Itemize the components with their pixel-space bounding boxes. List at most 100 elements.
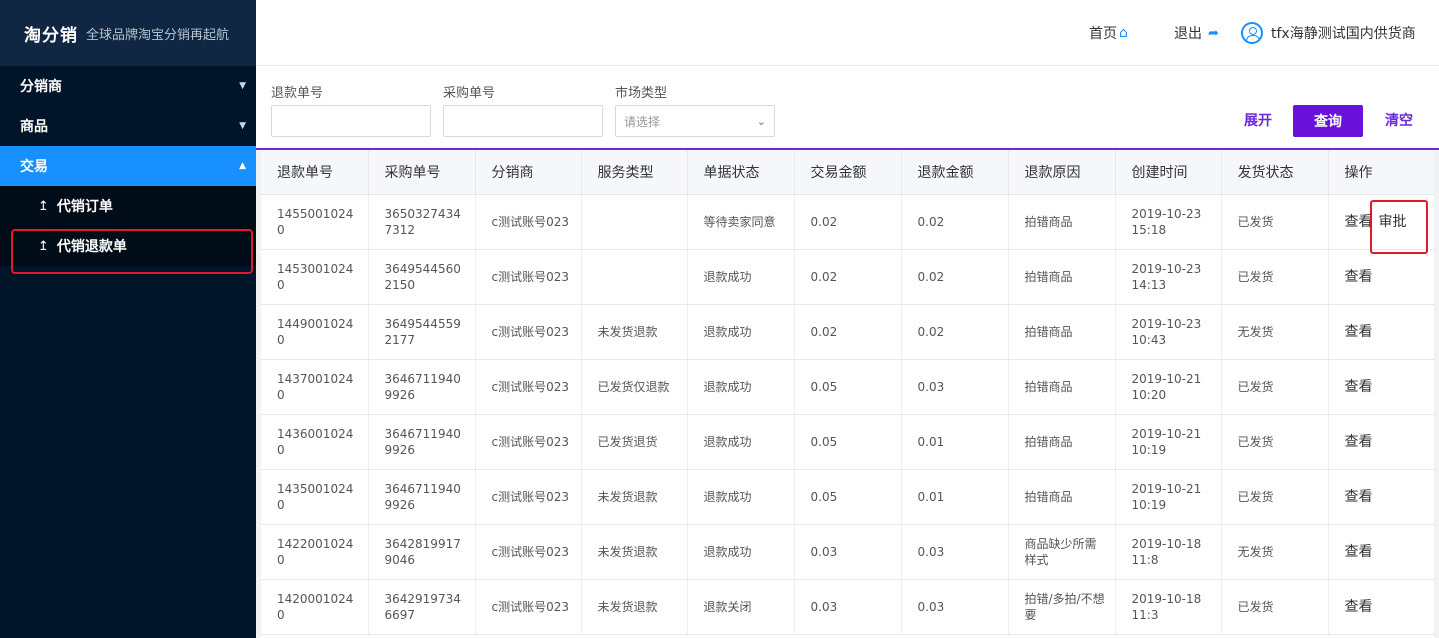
refund-amount-cell: 0.01	[901, 414, 1009, 470]
distributor-cell: c测试账号023	[475, 249, 582, 305]
refund-no-label: 退款单号	[271, 86, 324, 101]
purchase-no-label: 采购单号	[443, 86, 496, 101]
purchase-no-cell: 36495445602150	[368, 249, 476, 305]
view-link[interactable]: 查看	[1345, 214, 1373, 230]
distributor-cell: c测试账号023	[475, 304, 582, 360]
distributor-cell: c测试账号023	[475, 579, 582, 635]
reason-cell: 拍错商品	[1008, 359, 1116, 415]
distributor-cell: c测试账号023	[475, 359, 582, 415]
created-time-cell: 2019-10-18 11:8	[1115, 524, 1222, 580]
ship-status-cell: 已发货	[1221, 579, 1329, 635]
refund-amount-cell: 0.02	[901, 304, 1009, 360]
refund-no-input[interactable]	[271, 105, 431, 137]
actions-cell: 查看	[1328, 579, 1434, 635]
trade-amount-cell: 0.03	[794, 524, 902, 580]
column-header: 交易金额	[794, 150, 902, 195]
status-cell: 退款成功	[687, 524, 795, 580]
purchase-no-cell: 36428199179046	[368, 524, 476, 580]
service-type-cell: 未发货退款	[581, 579, 688, 635]
trade-amount-cell: 0.02	[794, 194, 902, 250]
column-header: 发货状态	[1221, 150, 1329, 195]
service-type-cell: 已发货仅退款	[581, 359, 688, 415]
chevron-up-icon: ▲	[239, 161, 246, 171]
menu-group-label: 交易	[20, 159, 48, 175]
column-header: 单据状态	[687, 150, 795, 195]
menu-group-distributors[interactable]: 分销商 ▼	[0, 66, 256, 106]
sidebar-item-consign-refunds[interactable]: ↥ 代销退款单	[0, 226, 256, 274]
expand-button[interactable]: 展开	[1244, 105, 1272, 137]
approve-link[interactable]: 审批	[1369, 199, 1428, 254]
service-type-cell	[581, 249, 688, 305]
view-link[interactable]: 查看	[1345, 599, 1373, 615]
home-icon: ⌂	[1119, 25, 1128, 41]
view-link[interactable]: 查看	[1345, 544, 1373, 560]
service-type-cell: 已发货退货	[581, 414, 688, 470]
sidebar-item-consign-orders[interactable]: ↥ 代销订单	[0, 186, 256, 226]
ship-status-cell: 无发货	[1221, 304, 1329, 360]
service-type-cell: 未发货退款	[581, 304, 688, 360]
actions-cell: 查看	[1328, 469, 1434, 525]
sidebar: 淘分销 全球品牌淘宝分销再起航 分销商 ▼ 商品 ▼ 交易 ▲ ↥ 代销订单 ↥…	[0, 0, 256, 638]
status-cell: 退款成功	[687, 469, 795, 525]
column-header: 退款金额	[901, 150, 1009, 195]
status-cell: 退款成功	[687, 414, 795, 470]
view-link[interactable]: 查看	[1345, 434, 1373, 450]
trade-amount-cell: 0.05	[794, 414, 902, 470]
refund-no-cell: 14200010240	[261, 579, 369, 635]
purchase-no-input[interactable]	[443, 105, 603, 137]
menu-group-products[interactable]: 商品 ▼	[0, 106, 256, 146]
menu-group-trade[interactable]: 交易 ▲	[0, 146, 256, 186]
logout-label: 退出	[1174, 26, 1202, 42]
column-header: 分销商	[475, 150, 582, 195]
refund-no-cell: 14370010240	[261, 359, 369, 415]
distributor-cell: c测试账号023	[475, 194, 582, 250]
sidebar-item-label: 代销退款单	[56, 239, 127, 255]
status-cell: 退款关闭	[687, 579, 795, 635]
view-link[interactable]: 查看	[1345, 379, 1373, 395]
table-row: 14550010240 36503274347312 c测试账号023 等待卖家同意 0…	[261, 194, 1434, 254]
menu-group-label: 商品	[20, 119, 48, 135]
refund-no-cell: 14360010240	[261, 414, 369, 470]
column-header: 服务类型	[581, 150, 688, 195]
purchase-no-cell: 36467119409926	[368, 414, 476, 470]
ship-status-cell: 已发货	[1221, 194, 1329, 250]
trade-amount-cell: 0.02	[794, 304, 902, 360]
trade-amount-cell: 0.02	[794, 249, 902, 305]
trade-amount-cell: 0.05	[794, 359, 902, 415]
actions-cell: 查看	[1328, 359, 1434, 415]
upload-icon: ↥	[38, 198, 49, 214]
refund-amount-cell: 0.02	[901, 194, 1009, 250]
logo: 淘分销 全球品牌淘宝分销再起航	[0, 0, 256, 66]
trade-amount-cell: 0.03	[794, 579, 902, 635]
refund-no-cell: 14490010240	[261, 304, 369, 360]
reason-cell: 拍错商品	[1008, 469, 1116, 525]
user-avatar-icon	[1241, 22, 1263, 44]
ship-status-cell: 已发货	[1221, 249, 1329, 305]
market-type-select[interactable]: 请选择 ⌄	[615, 105, 775, 137]
home-link[interactable]: 首页 ⌂	[1089, 0, 1128, 66]
purchase-no-cell: 36429197346697	[368, 579, 476, 635]
reason-cell: 拍错商品	[1008, 249, 1116, 305]
created-time-cell: 2019-10-21 10:20	[1115, 359, 1222, 415]
clear-button[interactable]: 清空	[1385, 105, 1413, 137]
view-link[interactable]: 查看	[1345, 489, 1373, 505]
view-link[interactable]: 查看	[1345, 269, 1373, 285]
actions-cell: 查看	[1328, 414, 1434, 470]
ship-status-cell: 已发货	[1221, 469, 1329, 525]
distributor-cell: c测试账号023	[475, 414, 582, 470]
query-button[interactable]: 查询	[1293, 105, 1363, 137]
view-link[interactable]: 查看	[1345, 324, 1373, 340]
column-header: 退款原因	[1008, 150, 1116, 195]
brand-slogan: 全球品牌淘宝分销再起航	[86, 27, 230, 43]
status-cell: 等待卖家同意	[687, 194, 795, 250]
logout-link[interactable]: 退出 ➦	[1174, 0, 1219, 66]
status-cell: 退款成功	[687, 304, 795, 360]
chevron-down-icon: ⌄	[756, 114, 766, 128]
reason-cell: 拍错商品	[1008, 194, 1116, 250]
top-header: 首页 ⌂ 退出 ➦ tfx海静测试国内供货商	[256, 0, 1439, 66]
table-row: 14370010240 36467119409926 c测试账号023 已发货仅退款退…	[261, 359, 1434, 415]
column-header: 采购单号	[368, 150, 476, 195]
column-header: 创建时间	[1115, 150, 1222, 195]
user-menu[interactable]: tfx海静测试国内供货商	[1241, 0, 1416, 66]
table-row: 14490010240 36495445592177 c测试账号023 未发货退款 退款…	[261, 304, 1434, 360]
